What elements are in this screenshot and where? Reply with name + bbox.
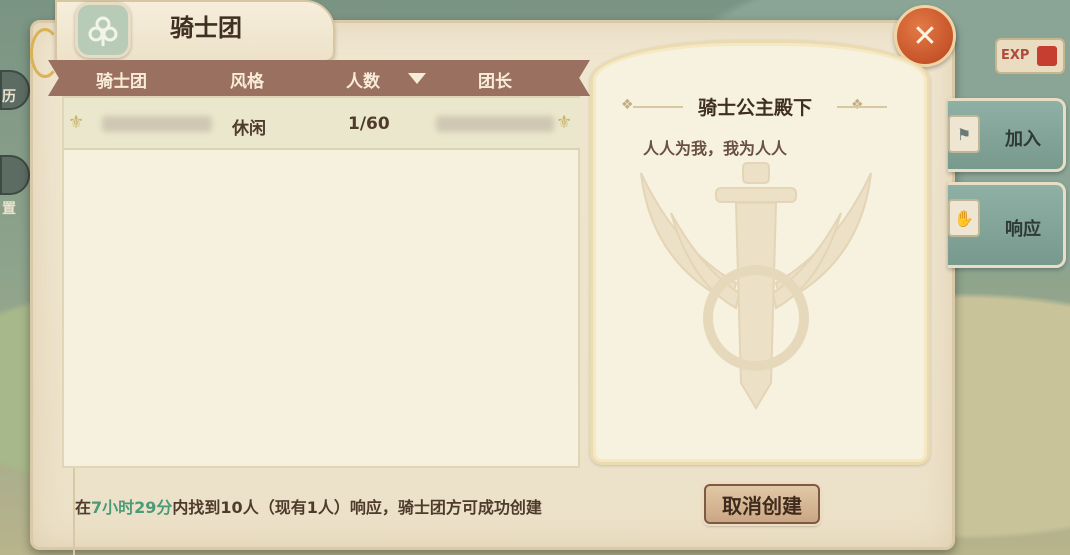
- hint-time-remaining: 7小时29分: [91, 498, 173, 517]
- title-divider-right: [837, 106, 887, 108]
- title-divider-left: [633, 106, 683, 108]
- cancel-create-button[interactable]: 取消创建: [704, 484, 820, 524]
- guild-emblem-icon: [75, 2, 131, 58]
- row-style: 休闲: [232, 119, 266, 139]
- column-header-leader[interactable]: 团长: [478, 67, 512, 92]
- column-header-style[interactable]: 风格: [230, 67, 264, 92]
- hand-icon: ✋: [948, 199, 980, 237]
- respond-button[interactable]: ✋ 响应: [948, 182, 1066, 268]
- left-menu-label-1: 历: [2, 89, 16, 105]
- join-label: 加入: [1005, 129, 1041, 150]
- respond-label: 响应: [1005, 219, 1041, 240]
- row-members: 1/60: [348, 114, 390, 134]
- detail-title: 骑士公主殿下: [698, 97, 813, 119]
- close-icon: ✕: [912, 18, 938, 54]
- column-header-members[interactable]: 人数: [346, 67, 380, 92]
- title-ornament-left-icon: ❖: [621, 97, 634, 113]
- exp-icon: [1037, 46, 1057, 66]
- row-ornament-right-icon: ⚜: [556, 112, 573, 133]
- exp-label: EXP: [1001, 48, 1030, 63]
- sort-arrow-icon[interactable]: [408, 73, 426, 84]
- left-menu-label-2: 置: [2, 201, 16, 217]
- creation-hint: 在7小时29分内找到10人（现有1人）响应，骑士团方可成功创建: [75, 494, 542, 518]
- hint-suffix: 内找到10人（现有1人）响应，骑士团方可成功创建: [172, 498, 542, 517]
- flag-icon: ⚑: [948, 115, 980, 153]
- row-ornament-left-icon: ⚜: [68, 112, 85, 133]
- sword-wings-emblem-icon: [640, 162, 872, 410]
- column-header-guild[interactable]: 骑士团: [96, 67, 147, 92]
- page-title: 骑士团: [170, 14, 242, 42]
- guild-name-redacted: [102, 116, 212, 132]
- hint-prefix: 在: [75, 498, 92, 517]
- exp-badge[interactable]: EXP: [995, 38, 1065, 74]
- title-ornament-right-icon: ❖: [851, 97, 864, 113]
- table-row[interactable]: ⚜ 休闲 1/60 ⚜: [64, 98, 580, 150]
- guild-list[interactable]: ⚜ 休闲 1/60 ⚜: [62, 96, 580, 468]
- leader-name-redacted: [436, 116, 554, 132]
- join-button[interactable]: ⚑ 加入: [948, 98, 1066, 172]
- guild-detail-card: ❖ 骑士公主殿下 ❖ 人人为我，我为人人: [590, 40, 930, 465]
- table-header: 骑士团 风格 人数 团长: [48, 60, 590, 96]
